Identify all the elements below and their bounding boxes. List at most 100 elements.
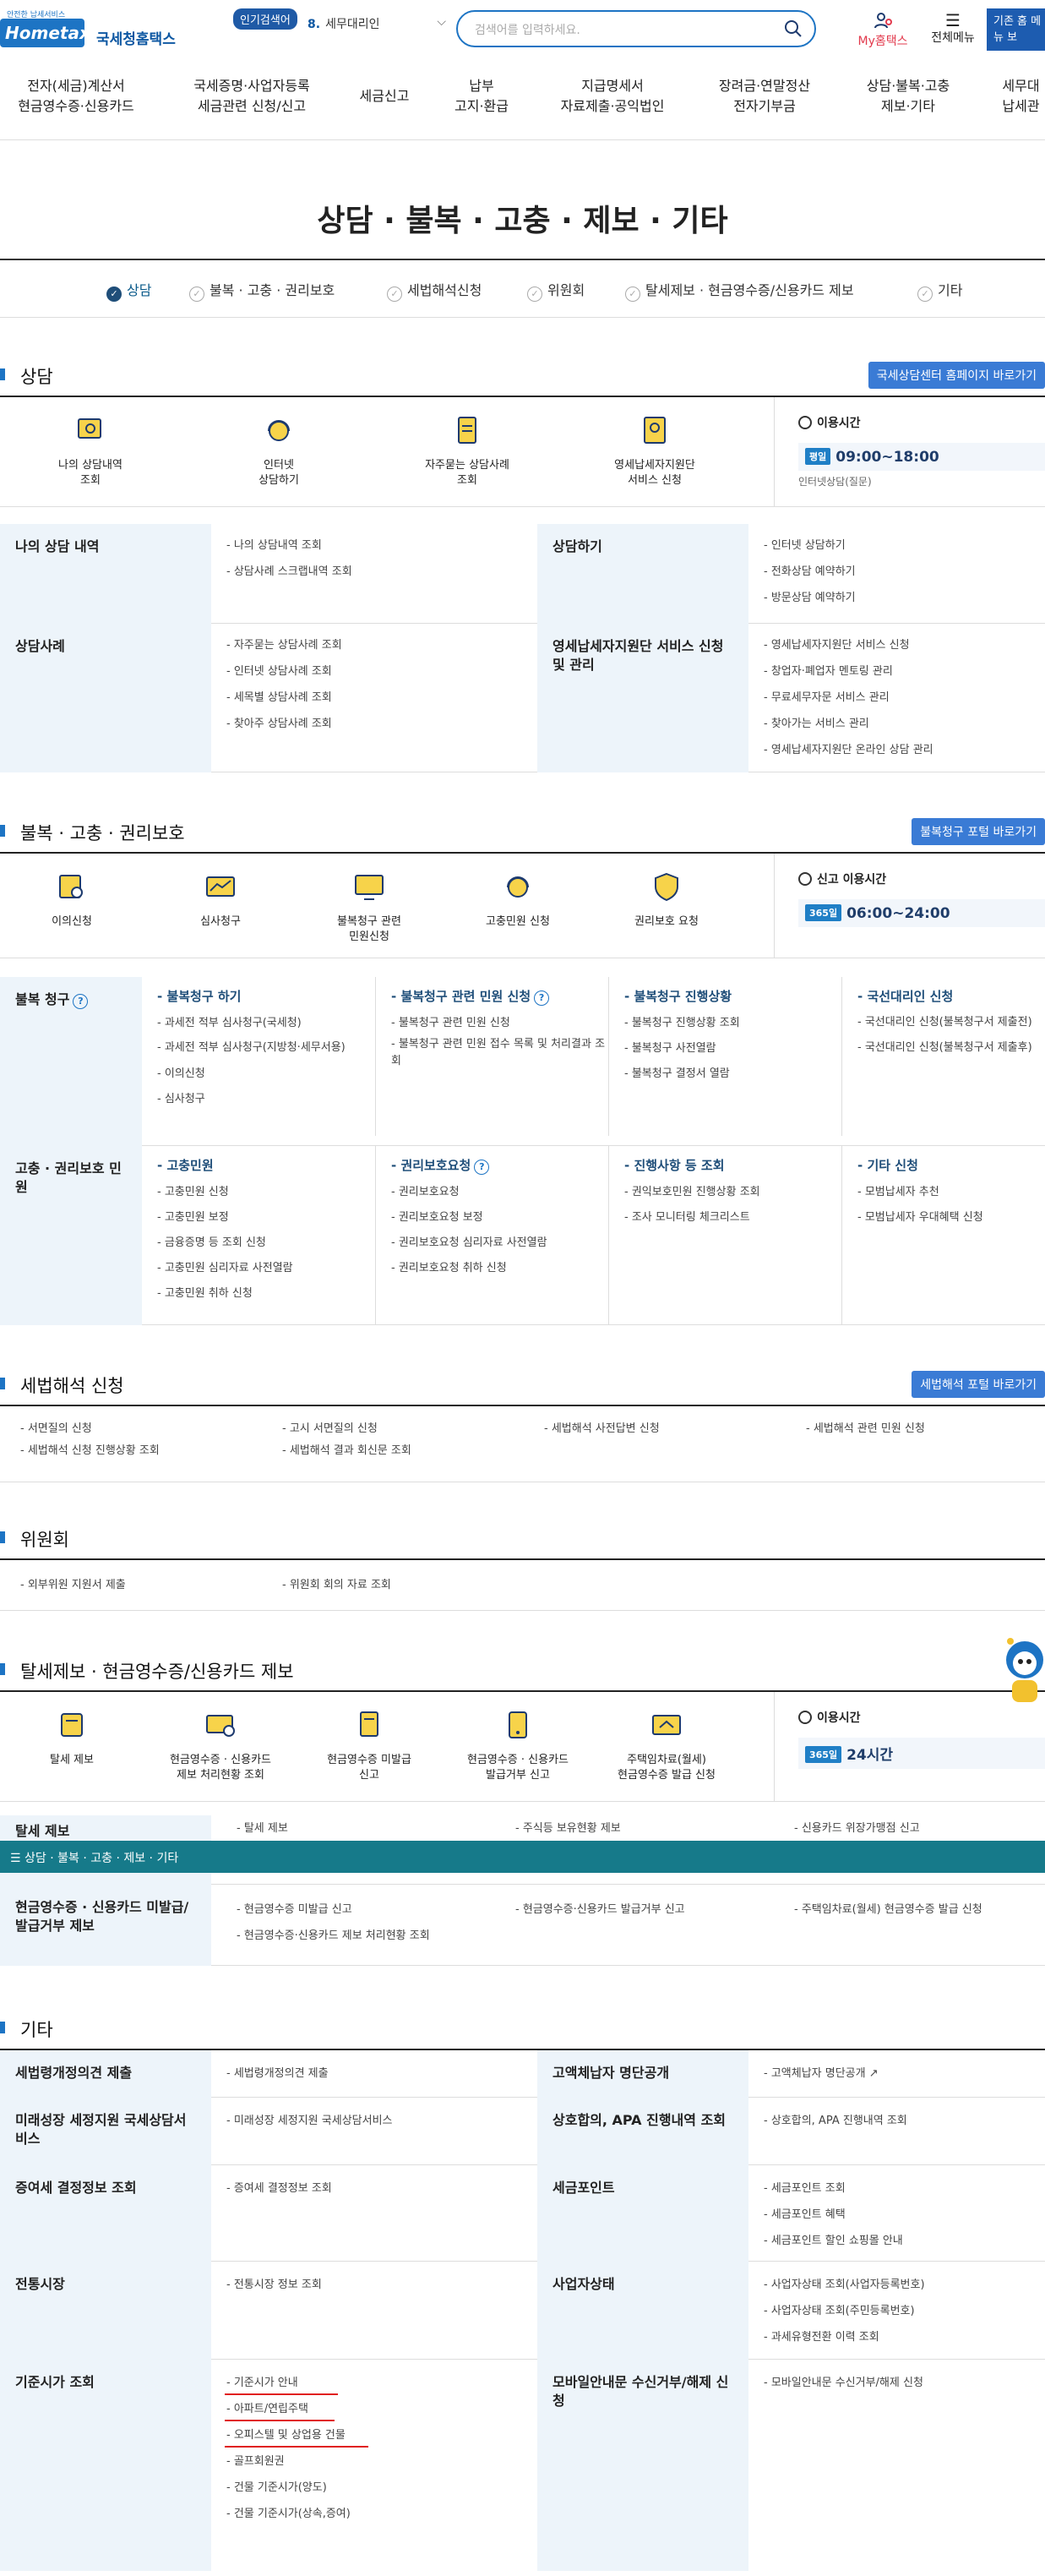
list-link[interactable]: 사업자상태 조회(주민등록번호): [764, 2298, 1044, 2324]
list-link[interactable]: 세법해석 결과 회신문 조회: [282, 1440, 520, 1462]
list-link[interactable]: 고시 서면질의 신청: [282, 1418, 520, 1440]
list-link[interactable]: 현금영수증·신용카드 제보 처리현황 조회: [237, 1923, 500, 1949]
list-link[interactable]: 세법해석 관련 민원 신청: [806, 1418, 1044, 1440]
popular-keyword[interactable]: 8. 세무대리인 ⌵: [308, 15, 446, 32]
gnb-item-invoice[interactable]: 전자(세금)계산서 현금영수증·신용카드: [0, 76, 152, 117]
hometax-logo[interactable]: 안전한 납세서비스 Hometax 국세청홈택스: [0, 8, 177, 51]
search-input[interactable]: 검색어를 입력하세요.: [456, 10, 816, 47]
list-link[interactable]: 권리보호요청 취하 신청: [391, 1256, 608, 1281]
shortcut-objection[interactable]: 이의신청: [8, 870, 135, 930]
list-link[interactable]: 찾아주 상담사례 조회: [226, 711, 537, 737]
help-icon[interactable]: ?: [474, 1160, 490, 1175]
mascot-icon[interactable]: [1002, 1635, 1045, 1706]
list-link[interactable]: 전통시장 정보 조회: [226, 2272, 537, 2298]
list-link[interactable]: 모바일안내문 수신거부/해제 신청: [764, 2370, 1044, 2396]
list-link[interactable]: 국선대리인 신청(불복청구서 제출전): [857, 1014, 1045, 1031]
list-link[interactable]: 상호합의, APA 진행내역 조회: [764, 2108, 1044, 2134]
list-link[interactable]: 세법령개정의견 제출: [226, 2060, 537, 2087]
shortcut-review[interactable]: 심사청구: [157, 870, 284, 930]
list-link[interactable]: 세금포인트 혜택: [764, 2202, 1044, 2228]
group-heading[interactable]: 기타 신청: [857, 1156, 1045, 1175]
gnb-item-consult[interactable]: 상담·불복·고충 제보·기타: [845, 76, 972, 117]
list-link[interactable]: 불복청구 진행상황 조회: [624, 1011, 841, 1036]
list-link[interactable]: 과세전 적부 심사청구(지방청·세무서용): [157, 1040, 375, 1056]
list-link[interactable]: 서면질의 신청: [20, 1418, 259, 1440]
shortcut-rent-receipt[interactable]: 주택임차료(월세) 현금영수증 발급 신청: [603, 1709, 730, 1783]
shortcut-tax-evasion[interactable]: 탈세 제보: [8, 1709, 135, 1768]
gnb-item-payment[interactable]: 납부 고지·환급: [439, 76, 524, 117]
list-link[interactable]: 세금포인트 조회: [764, 2175, 1044, 2202]
list-link[interactable]: 세금포인트 할인 쇼핑몰 안내: [764, 2228, 1044, 2254]
consult-center-link[interactable]: 국세상담센터 홈페이지 바로가기: [868, 362, 1045, 389]
classic-menu-button[interactable]: 기존 홈 메뉴 보: [987, 8, 1045, 51]
tab-interpretation[interactable]: ✓ 세법해석신청: [387, 279, 482, 302]
gnb-item-tax-return[interactable]: 세금신고: [342, 86, 427, 106]
list-link[interactable]: 고액체납자 명단공개 ↗: [764, 2060, 1044, 2087]
shortcut-small-taxpayer[interactable]: 영세납세자지원단 서비스 신청: [591, 414, 718, 488]
list-link[interactable]: 불복청구 사전열람: [624, 1036, 841, 1062]
list-link[interactable]: 기준시가 안내: [226, 2370, 537, 2396]
gnb-item-statements[interactable]: 지급명세서 자료제출·공익법인: [541, 76, 684, 117]
tab-report[interactable]: ✓ 탈세제보 · 현금영수증/신용카드 제보: [625, 279, 854, 302]
list-link[interactable]: 모범납세자 우대혜택 신청: [857, 1205, 1045, 1231]
list-link[interactable]: 자주묻는 상담사례 조회: [226, 632, 537, 658]
shortcut-faq[interactable]: 자주묻는 상담사례 조회: [404, 414, 531, 488]
shortcut-receipt-missing[interactable]: 현금영수증 미발급 신고: [306, 1709, 433, 1783]
group-heading[interactable]: 불복청구 진행상황: [624, 987, 841, 1006]
list-link[interactable]: 영세납세자지원단 온라인 상담 관리: [764, 737, 1044, 763]
list-link[interactable]: 탈세 제보: [237, 1815, 483, 1842]
group-heading[interactable]: 불복청구 관련 민원 신청?: [391, 987, 608, 1006]
list-link[interactable]: 현금영수증·신용카드 발급거부 신고: [515, 1897, 779, 1923]
shortcut-my-consult[interactable]: 나의 상담내역 조회: [27, 414, 154, 488]
shortcut-rights[interactable]: 권리보호 요청: [603, 870, 730, 930]
list-link[interactable]: 방문상담 예약하기: [764, 585, 1044, 611]
list-link[interactable]: 신용카드 위장가맹점 신고: [794, 1815, 1041, 1842]
my-hometax-button[interactable]: My홈택스: [853, 12, 912, 49]
tab-appeal[interactable]: ✓ 불복 · 고충 · 권리보호: [189, 279, 335, 302]
list-link[interactable]: 인터넷 상담사례 조회: [226, 658, 537, 685]
group-heading[interactable]: 불복청구 하기: [157, 987, 375, 1006]
list-link[interactable]: 위원회 회의 자료 조회: [282, 1572, 520, 1598]
list-link[interactable]: 국선대리인 신청(불복청구서 제출후): [857, 1040, 1045, 1056]
shortcut-refusal-report[interactable]: 현금영수증 · 신용카드 발급거부 신고: [454, 1709, 581, 1783]
appeal-portal-link[interactable]: 불복청구 포털 바로가기: [912, 818, 1045, 845]
gnb-item-agents[interactable]: 세무대 납세관: [997, 76, 1045, 117]
list-link[interactable]: 증여세 결정정보 조회: [226, 2175, 537, 2202]
help-icon[interactable]: ?: [534, 991, 550, 1006]
list-link[interactable]: 건물 기준시가(상속,증여): [226, 2501, 537, 2527]
list-link[interactable]: 골프회원권: [226, 2448, 537, 2475]
list-link[interactable]: 외부위원 지원서 제출: [20, 1572, 259, 1598]
tab-consult[interactable]: ✓ 상담: [106, 279, 151, 302]
tab-etc[interactable]: ✓ 기타: [917, 279, 962, 302]
list-link[interactable]: 과세유형전환 이력 조회: [764, 2324, 1044, 2350]
list-link[interactable]: 불복청구 관련 민원 접수 목록 및 처리결과 조회: [391, 1036, 608, 1070]
list-link[interactable]: 전화상담 예약하기: [764, 559, 1044, 585]
list-link[interactable]: 과세전 적부 심사청구(국세청): [157, 1011, 375, 1036]
tab-committee[interactable]: ✓ 위원회: [527, 279, 585, 302]
list-link[interactable]: 영세납세자지원단 서비스 신청: [764, 632, 1044, 658]
list-link[interactable]: 주택임차료(월세) 현금영수증 발급 신청: [794, 1897, 1045, 1923]
gnb-item-certificates[interactable]: 국세증명·사업자등록 세금관련 신청/신고: [176, 76, 328, 117]
list-link[interactable]: 이의신청: [157, 1062, 375, 1087]
list-link[interactable]: 권리보호요청: [391, 1180, 608, 1205]
list-link[interactable]: 사업자상태 조회(사업자등록번호): [764, 2272, 1044, 2298]
list-link[interactable]: 주식등 보유현황 제보: [515, 1815, 762, 1842]
list-link[interactable]: 모범납세자 추천: [857, 1180, 1045, 1205]
shortcut-appeal-civil[interactable]: 불복청구 관련 민원신청: [306, 870, 433, 945]
group-heading[interactable]: 진행사항 등 조회: [624, 1156, 841, 1175]
list-link[interactable]: 세목별 상담사례 조회: [226, 685, 537, 711]
list-link[interactable]: 창업자·폐업자 멘토링 관리: [764, 658, 1044, 685]
list-link[interactable]: 고충민원 심리자료 사전열람: [157, 1256, 375, 1281]
list-link[interactable]: 심사청구: [157, 1087, 375, 1112]
interp-portal-link[interactable]: 세법해석 포털 바로가기: [912, 1371, 1045, 1398]
list-link[interactable]: 현금영수증 미발급 신고: [237, 1897, 500, 1923]
list-link[interactable]: 건물 기준시가(양도): [226, 2475, 537, 2501]
list-link[interactable]: 상담사례 스크랩내역 조회: [226, 559, 537, 585]
gnb-item-incentives[interactable]: 장려금·연말정산 전자기부금: [693, 76, 836, 117]
list-link[interactable]: 아파트/연립주택: [226, 2396, 537, 2422]
shortcut-receipt-status[interactable]: 현금영수증 · 신용카드 제보 처리현황 조회: [157, 1709, 284, 1783]
group-heading[interactable]: 국선대리인 신청: [857, 987, 1045, 1006]
list-link[interactable]: 무료세무자문 서비스 관리: [764, 685, 1044, 711]
list-link[interactable]: 고충민원 보정: [157, 1205, 375, 1231]
list-link[interactable]: 인터넷 상담하기: [764, 532, 1044, 559]
